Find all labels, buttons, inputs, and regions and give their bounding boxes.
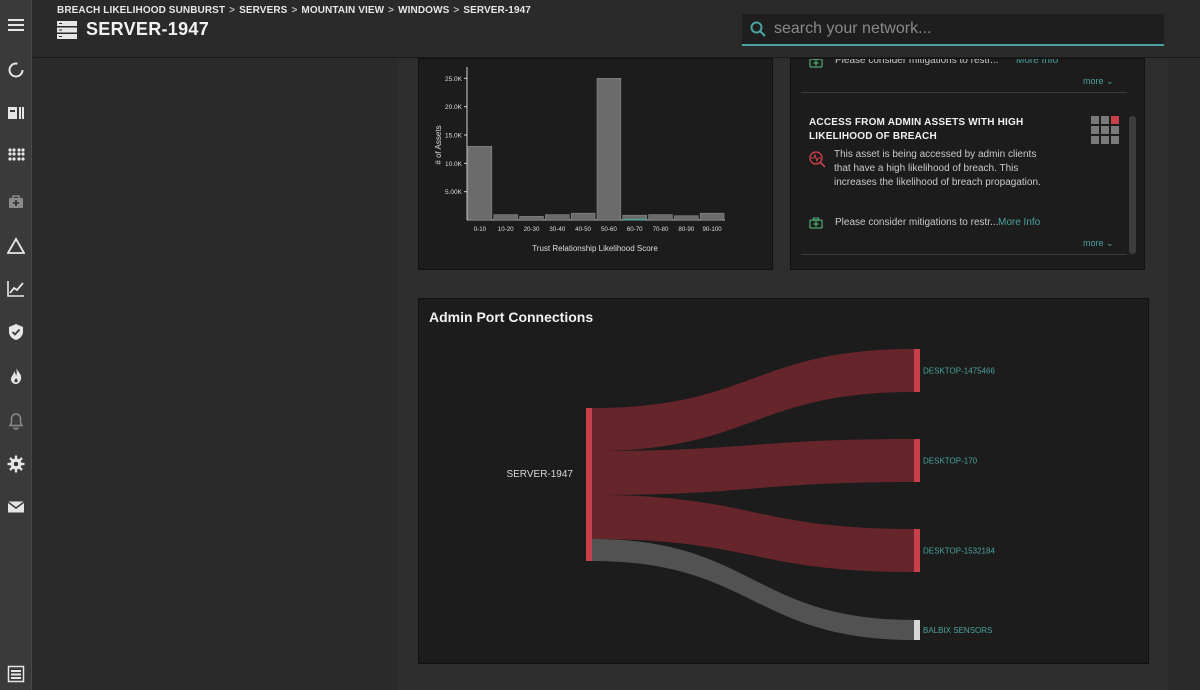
more-info-link[interactable]: More Info [998,217,1040,228]
breadcrumb-item[interactable]: BREACH LIKELIHOOD SUNBURST [57,5,225,16]
page-title: SERVER-1947 [86,19,210,39]
sankey-target-label[interactable]: DESKTOP-1532184 [923,547,995,556]
menu-icon[interactable] [0,9,32,41]
triangle-icon[interactable] [0,230,32,262]
chevron-down-icon: ⌄ [1106,76,1114,86]
histogram-bar[interactable] [467,146,493,221]
breadcrumb-item[interactable]: WINDOWS [398,5,449,16]
flame-icon[interactable] [0,360,32,392]
previous-insight-mitigation: Please consider mitigations to restr... … [809,59,1129,75]
sankey-link[interactable] [592,349,914,451]
y-axis-label: # of Assets [434,125,443,164]
search-input[interactable] [774,20,1154,38]
x-tick-label: 0-10 [474,226,487,233]
refresh-icon[interactable] [0,54,32,86]
y-tick-label: 20.0K [445,104,463,111]
insight-description: This asset is being accessed by admin cl… [834,149,1041,188]
breadcrumb-item[interactable]: MOUNTAIN VIEW [301,5,384,16]
mitigation-text: Please consider mitigations to restr... [835,58,999,66]
breadcrumb: BREACH LIKELIHOOD SUNBURST > SERVERS > MOUNT… [57,5,531,16]
sankey-target-node[interactable] [914,439,920,482]
bell-icon[interactable] [0,405,32,437]
more-info-link[interactable]: More Info [1016,59,1058,66]
sankey-target-label[interactable]: DESKTOP-170 [923,457,978,466]
sankey-source-node[interactable] [586,408,592,561]
breadcrumb-separator: > [291,5,298,16]
more-label: more [1083,76,1104,86]
more-toggle[interactable]: more ⌄ [1083,76,1114,87]
sankey-target-label[interactable]: BALBIX SENSORS [923,626,992,635]
histogram-bar[interactable] [596,78,622,221]
inventory-icon[interactable] [0,97,32,129]
y-tick-label: 15.0K [445,133,463,140]
breadcrumb-separator: > [229,5,236,16]
sankey-target-node[interactable] [914,349,920,392]
server-list-icon [57,21,77,39]
breach-search-icon [809,151,826,168]
x-tick-label: 50-60 [601,226,617,233]
more-label: more [1083,238,1104,248]
trust-histogram-chart: 5.00K 10.0K 15.0K 20.0K 25.0K 0-10 10-20 20-30 3… [434,67,725,253]
app-root: BREACH LIKELIHOOD SUNBURST > SERVERS > MOUNT… [0,0,1200,690]
x-tick-label: 20-30 [524,226,540,233]
x-tick-label: 10-20 [498,226,514,233]
admin-port-connections-panel: Admin Port Connections SERVER-1947 DESKTO… [418,298,1149,664]
sankey-target-node[interactable] [914,529,920,572]
histogram-bar[interactable] [570,212,596,221]
right-gutter [1168,58,1200,690]
breadcrumb-separator: > [388,5,395,16]
histogram-bar[interactable] [648,214,673,221]
more-toggle[interactable]: more ⌄ [1083,238,1114,249]
x-tick-label: 80-90 [678,226,694,233]
histogram-bar[interactable] [699,212,725,221]
sankey-source-label: SERVER-1947 [506,469,573,480]
server-icon[interactable] [0,658,32,690]
insight-title: ACCESS FROM ADMIN ASSETS WITH HIGH LIKEL… [809,117,1024,142]
breadcrumb-item: SERVER-1947 [463,5,531,16]
y-tick-label: 5.00K [445,189,463,196]
sankey-chart: SERVER-1947 DESKTOP-1475466 DESKTOP-170 DES… [506,349,995,640]
medical-kit-icon [809,217,823,229]
divider [801,92,1127,93]
x-tick-label: 60-70 [627,226,643,233]
medical-icon[interactable] [0,186,32,218]
x-tick-label: 70-80 [653,226,669,233]
insights-panel: Please consider mitigations to restr... … [790,58,1145,270]
sankey-target-node[interactable] [914,620,920,640]
insights-scrollbar[interactable] [1129,116,1136,254]
trust-histogram-panel: 5.00K 10.0K 15.0K 20.0K 25.0K 0-10 10-20 20-30 3… [418,58,773,270]
gear-icon[interactable] [0,448,32,480]
x-tick-label: 30-40 [549,226,565,233]
x-tick-label: 40-50 [575,226,591,233]
search-icon [750,21,766,37]
search-bar[interactable] [742,14,1164,46]
y-tick-label: 10.0K [445,161,463,168]
mitigation-text: Please consider mitigations to restr... [835,217,999,228]
severity-grid-icon [1091,116,1119,144]
histogram-bar[interactable] [674,215,699,221]
sankey-target-label[interactable]: DESKTOP-1475466 [923,367,995,376]
x-axis-label: Trust Relationship Likelihood Score [532,244,658,253]
medical-kit-icon [809,59,823,68]
shield-icon[interactable] [0,316,32,348]
left-sidebar [0,0,32,690]
divider [801,254,1127,255]
histogram-bar[interactable] [519,216,544,221]
breadcrumb-item[interactable]: SERVERS [239,5,287,16]
trend-icon[interactable] [0,272,32,304]
x-tick-label: 90-100 [702,226,722,233]
chevron-down-icon: ⌄ [1106,238,1114,248]
histogram-bar[interactable] [545,214,570,221]
page-header: BREACH LIKELIHOOD SUNBURST > SERVERS > MOUNT… [33,0,1200,58]
y-tick-label: 25.0K [445,76,463,83]
mail-icon[interactable] [0,491,32,523]
histogram-bar[interactable] [493,214,518,221]
breadcrumb-separator: > [453,5,460,16]
apps-icon[interactable] [0,139,32,171]
